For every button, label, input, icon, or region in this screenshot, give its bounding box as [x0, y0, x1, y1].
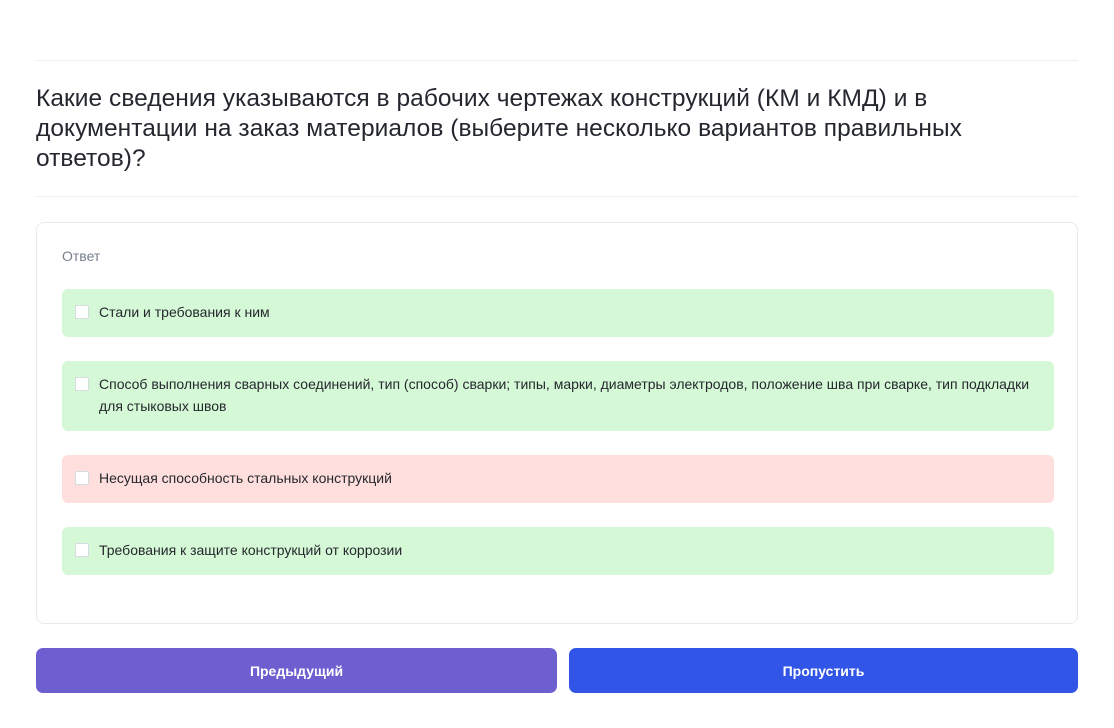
- quiz-page: Какие сведения указываются в рабочих чер…: [36, 0, 1078, 728]
- answer-checkbox[interactable]: [75, 471, 89, 485]
- answer-heading: Ответ: [62, 248, 101, 264]
- answer-option[interactable]: Требования к защите конструкций от корро…: [62, 527, 1054, 575]
- answer-option-label: Несущая способность стальных конструкций: [99, 470, 392, 486]
- answer-option-label: Требования к защите конструкций от корро…: [99, 542, 403, 558]
- skip-button[interactable]: Пропустить: [569, 648, 1078, 693]
- answer-checkbox[interactable]: [75, 377, 89, 391]
- answer-option[interactable]: Стали и требования к ним: [62, 289, 1054, 337]
- answer-option-label: Способ выполнения сварных соединений, ти…: [99, 376, 1030, 414]
- answer-option-label: Стали и требования к ним: [99, 304, 270, 320]
- answer-option[interactable]: Способ выполнения сварных соединений, ти…: [62, 361, 1054, 431]
- question-divider: [36, 196, 1078, 197]
- previous-button[interactable]: Предыдущий: [36, 648, 557, 693]
- answer-checkbox[interactable]: [75, 305, 89, 319]
- answer-checkbox[interactable]: [75, 543, 89, 557]
- answer-option[interactable]: Несущая способность стальных конструкций: [62, 455, 1054, 503]
- top-divider: [36, 60, 1078, 61]
- answer-card: Ответ Стали и требования к ним Способ вы…: [36, 222, 1078, 624]
- question-text: Какие сведения указываются в рабочих чер…: [36, 85, 962, 172]
